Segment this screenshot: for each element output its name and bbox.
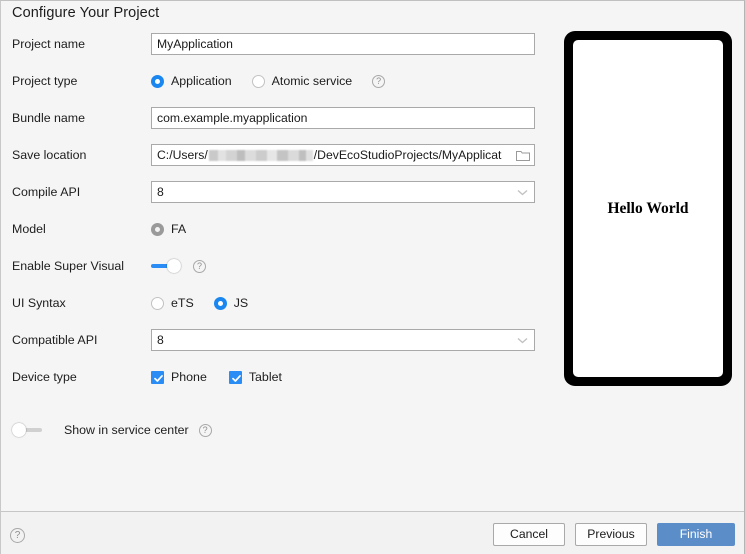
enable-super-visual-toggle[interactable] xyxy=(151,259,181,273)
compatible-api-select[interactable]: 8 xyxy=(151,329,535,351)
model-label: Model xyxy=(12,222,46,236)
model-control: FA xyxy=(151,218,206,240)
bundle-name-label: Bundle name xyxy=(12,111,86,125)
save-location-label: Save location xyxy=(12,148,87,162)
compile-api-select[interactable]: 8 xyxy=(151,181,535,203)
show-in-service-center-label: Show in service center xyxy=(64,423,189,437)
show-in-service-center-toggle[interactable] xyxy=(12,423,42,437)
preview-screen: Hello World xyxy=(573,40,723,377)
save-location-control: C:/Users/ /DevEcoStudioProjects/MyApplic… xyxy=(151,144,535,166)
row-project-type: Project type Application Atomic service … xyxy=(1,70,551,92)
bundle-name-input[interactable] xyxy=(151,107,535,129)
cancel-button[interactable]: Cancel xyxy=(493,523,565,546)
checkbox-tablet-indicator xyxy=(228,370,242,384)
page-title: Configure Your Project xyxy=(12,5,160,21)
radio-atomic-service[interactable]: Atomic service xyxy=(251,74,353,88)
radio-application-label: Application xyxy=(171,74,232,88)
footer-buttons: Cancel Previous Finish xyxy=(493,523,735,546)
bundle-name-control xyxy=(151,107,535,129)
enable-super-visual-control: ? xyxy=(151,255,206,277)
radio-js-label: JS xyxy=(233,296,249,310)
compile-api-label: Compile API xyxy=(12,185,81,199)
toggle-knob xyxy=(12,423,26,437)
radio-ets-label: eTS xyxy=(171,296,194,310)
dialog-footer: ? Cancel Previous Finish xyxy=(1,512,744,554)
question-circle-icon[interactable]: ? xyxy=(198,423,212,437)
radio-ets-indicator xyxy=(151,296,164,310)
compatible-api-label: Compatible API xyxy=(12,333,98,347)
save-location-suffix: /DevEcoStudioProjects/MyApplicat xyxy=(313,148,502,162)
compatible-api-value: 8 xyxy=(157,333,164,347)
radio-js[interactable]: JS xyxy=(213,296,249,310)
compile-api-value: 8 xyxy=(157,185,164,199)
row-model: Model FA xyxy=(1,218,551,240)
finish-button[interactable]: Finish xyxy=(657,523,735,546)
checkbox-tablet[interactable]: Tablet xyxy=(228,370,282,384)
radio-application[interactable]: Application xyxy=(151,74,232,88)
chevron-down-icon xyxy=(517,333,528,347)
row-save-location: Save location C:/Users/ /DevEcoStudioPro… xyxy=(1,144,551,166)
configure-project-dialog: Configure Your Project Project name Proj… xyxy=(0,0,745,554)
checkbox-phone[interactable]: Phone xyxy=(151,370,207,384)
preview-hello-world-text: Hello World xyxy=(607,199,689,217)
project-name-label: Project name xyxy=(12,37,86,51)
checkbox-phone-indicator xyxy=(151,370,164,384)
ui-syntax-control: eTS JS xyxy=(151,292,248,314)
row-project-name: Project name xyxy=(1,33,551,55)
toggle-knob xyxy=(167,259,181,273)
project-type-label: Project type xyxy=(12,74,78,88)
ui-syntax-label: UI Syntax xyxy=(12,296,66,310)
row-compile-api: Compile API 8 xyxy=(1,181,551,203)
device-preview: Hello World xyxy=(564,31,732,386)
project-config-form: Project name Project type Application At… xyxy=(1,33,551,403)
checkbox-tablet-label: Tablet xyxy=(248,370,282,384)
enable-super-visual-label: Enable Super Visual xyxy=(12,259,125,273)
radio-atomic-service-label: Atomic service xyxy=(271,74,353,88)
compile-api-control: 8 xyxy=(151,181,535,203)
folder-icon[interactable] xyxy=(516,149,530,161)
previous-button[interactable]: Previous xyxy=(575,523,647,546)
question-circle-icon[interactable]: ? xyxy=(372,74,386,88)
row-compatible-api: Compatible API 8 xyxy=(1,329,551,351)
chevron-down-icon xyxy=(517,185,528,199)
radio-model-fa[interactable]: FA xyxy=(151,222,186,236)
compatible-api-control: 8 xyxy=(151,329,535,351)
save-location-prefix: C:/Users/ xyxy=(157,148,208,162)
row-enable-super-visual: Enable Super Visual ? xyxy=(1,255,551,277)
radio-js-indicator xyxy=(213,296,227,310)
question-circle-icon[interactable]: ? xyxy=(193,259,206,273)
radio-atomic-service-indicator xyxy=(251,74,265,88)
save-location-input[interactable]: C:/Users/ /DevEcoStudioProjects/MyApplic… xyxy=(151,144,535,166)
row-device-type: Device type Phone Tablet xyxy=(1,366,551,388)
radio-model-fa-label: FA xyxy=(171,222,187,236)
row-bundle-name: Bundle name xyxy=(1,107,551,129)
project-type-control: Application Atomic service ? xyxy=(151,70,386,92)
radio-ets[interactable]: eTS xyxy=(151,296,194,310)
device-type-control: Phone Tablet xyxy=(151,366,304,388)
redacted-username xyxy=(208,149,313,161)
radio-application-indicator xyxy=(151,74,164,88)
device-type-label: Device type xyxy=(12,370,77,384)
row-ui-syntax: UI Syntax eTS JS xyxy=(1,292,551,314)
question-circle-icon[interactable]: ? xyxy=(10,528,25,543)
row-show-in-service-center: Show in service center ? xyxy=(12,423,212,437)
checkbox-phone-label: Phone xyxy=(171,370,207,384)
radio-model-fa-indicator xyxy=(151,222,164,236)
project-name-control xyxy=(151,33,535,55)
project-name-input[interactable] xyxy=(151,33,535,55)
